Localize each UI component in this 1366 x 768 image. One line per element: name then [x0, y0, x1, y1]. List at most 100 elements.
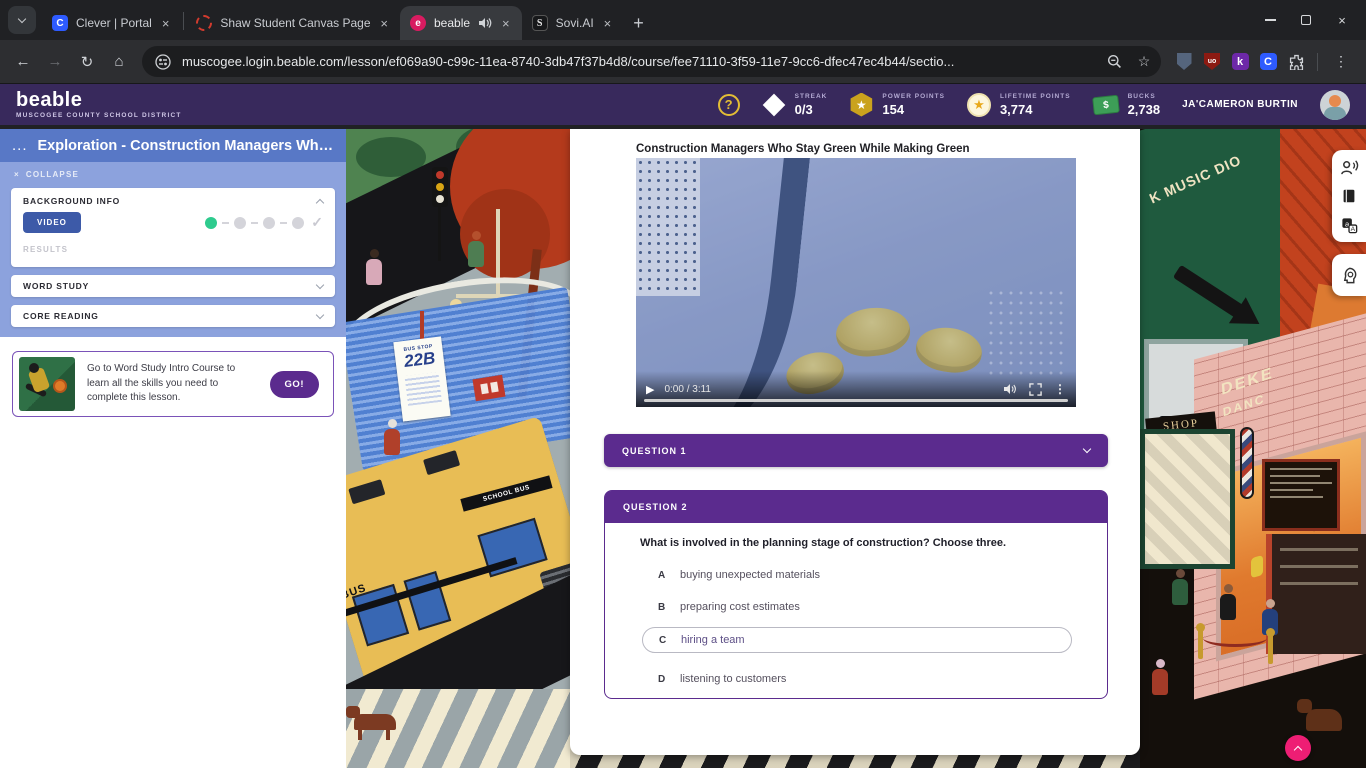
option-d[interactable]: D listening to customers [658, 673, 1107, 685]
beable-favicon: e [410, 15, 426, 31]
back-button[interactable]: ← [8, 47, 38, 77]
background-info-card: BACKGROUND INFO VIDEO ✓ RESULTS [11, 188, 335, 267]
core-reading-section[interactable]: CORE READING [11, 305, 335, 327]
collapse-button[interactable]: × COLLAPSE [0, 162, 346, 186]
assistant-head-button[interactable] [1337, 263, 1361, 287]
option-b[interactable]: B preparing cost estimates [658, 601, 1107, 613]
site-info-icon[interactable] [152, 51, 174, 73]
browser-window: C Clever | Portal × Shaw Student Canvas … [0, 0, 1366, 768]
pedestrian-figure [364, 249, 384, 285]
video-menu-icon[interactable]: ⋮ [1054, 382, 1066, 396]
play-button[interactable]: ▶ [646, 383, 654, 396]
address-bar[interactable]: muscogee.login.beable.com/lesson/ef069a9… [142, 46, 1161, 77]
read-aloud-button[interactable] [1337, 155, 1361, 179]
video-step-button[interactable]: VIDEO [23, 212, 81, 233]
power-points-badge-icon: ★ [849, 93, 873, 117]
tab-close-icon[interactable]: × [160, 16, 172, 31]
tab-clever[interactable]: C Clever | Portal × [42, 6, 181, 40]
collapse-x-icon: × [14, 170, 20, 179]
option-text: listening to customers [680, 673, 786, 685]
lesson-nav-title: Exploration - Construction Managers Who … [38, 138, 334, 154]
home-button[interactable]: ⌂ [104, 47, 134, 77]
question-2-header[interactable]: QUESTION 2 [605, 491, 1107, 523]
tab-search-button[interactable] [8, 6, 36, 34]
stat-label: LIFETIME POINTS [1000, 93, 1071, 100]
option-letter: B [658, 602, 670, 613]
beable-logo[interactable]: beable MUSCOGEE COUNTY SCHOOL DISTRICT [16, 90, 182, 119]
progress-dot [234, 217, 246, 229]
option-text: preparing cost estimates [680, 601, 800, 613]
video-player[interactable]: ▶ 0:00 / 3:11 ⋮ [636, 158, 1076, 407]
minimize-button[interactable] [1252, 0, 1288, 40]
help-icon[interactable]: ? [718, 94, 740, 116]
progress-dot [292, 217, 304, 229]
check-icon: ✓ [311, 214, 323, 231]
clever-extension-icon[interactable]: C [1257, 51, 1279, 73]
stat-value: 3,774 [1000, 102, 1071, 117]
dictionary-book-button[interactable] [1337, 184, 1361, 208]
promo-text: Go to Word Study Intro Course to learn a… [87, 362, 258, 406]
tab-title: Sovi.AI [556, 16, 594, 30]
lesson-nav-panel: × COLLAPSE BACKGROUND INFO VIDEO [0, 162, 346, 337]
clever-favicon: C [52, 15, 68, 31]
tab-close-icon[interactable]: × [500, 16, 512, 31]
option-c-selected[interactable]: C hiring a team [642, 627, 1072, 653]
cafe-window [1266, 534, 1366, 654]
question-2-card: QUESTION 2 What is involved in the plann… [604, 490, 1108, 699]
power-points-stat: ★ POWER POINTS154 [849, 93, 945, 117]
brand-name: beable [16, 90, 182, 110]
go-button[interactable]: GO! [270, 371, 319, 398]
option-a[interactable]: A buying unexpected materials [658, 569, 1107, 581]
translate-button[interactable]: aA [1337, 213, 1361, 237]
extensions-puzzle-icon[interactable] [1285, 51, 1307, 73]
new-tab-button[interactable]: + [623, 13, 654, 40]
menu-dots-icon[interactable]: ... [12, 143, 28, 149]
dog-figure [354, 714, 396, 730]
tab-beable-active[interactable]: e beable × [400, 6, 522, 40]
close-window-button[interactable]: × [1324, 0, 1360, 40]
canvas-favicon [196, 15, 212, 31]
chevron-down-icon [316, 280, 324, 288]
bucks-stat: $ BUCKS2,738 [1093, 93, 1161, 117]
video-progress-bar[interactable] [644, 399, 1068, 402]
ublock-extension-icon[interactable]: uo [1201, 51, 1223, 73]
fullscreen-icon[interactable] [1029, 383, 1042, 396]
tab-close-icon[interactable]: × [378, 16, 390, 31]
lesson-title-bar[interactable]: ... Exploration - Construction Managers … [0, 129, 346, 162]
option-letter: D [658, 674, 670, 685]
results-link[interactable]: RESULTS [23, 245, 68, 254]
privacy-shield-extension-icon[interactable] [1173, 51, 1195, 73]
bus-stop-sign: BUS STOP 22B [393, 336, 450, 421]
avatar[interactable] [1320, 90, 1350, 120]
extensions-bar: uo k C ⋮ [1169, 49, 1358, 75]
barber-shop-window [1140, 429, 1235, 569]
forward-button[interactable]: → [40, 47, 70, 77]
scroll-to-top-button[interactable] [1285, 735, 1311, 761]
barber-pole [1240, 427, 1254, 499]
lesson-panel: Construction Managers Who Stay Green Whi… [570, 129, 1140, 755]
restore-button[interactable] [1288, 0, 1324, 40]
pedestrian-figure [382, 419, 402, 455]
video-tint-overlay [636, 158, 1076, 407]
background-info-header[interactable]: BACKGROUND INFO [11, 188, 335, 210]
money-icon: $ [1092, 94, 1120, 115]
word-study-label: WORD STUDY [23, 281, 89, 291]
stat-label: BUCKS [1128, 93, 1161, 100]
zoom-icon[interactable] [1101, 49, 1127, 75]
minimize-icon [1265, 19, 1276, 21]
word-study-section[interactable]: WORD STUDY [11, 275, 335, 297]
background-info-label: BACKGROUND INFO [23, 196, 120, 206]
browser-menu-icon[interactable]: ⋮ [1328, 49, 1354, 75]
question-1-header[interactable]: QUESTION 1 [604, 434, 1108, 467]
kami-extension-icon[interactable]: k [1229, 51, 1251, 73]
streak-diamond-icon [762, 93, 785, 116]
cafe-menu-board [1262, 459, 1340, 531]
volume-icon[interactable] [1003, 383, 1017, 395]
reload-button[interactable]: ↻ [72, 47, 102, 77]
tab-close-icon[interactable]: × [602, 16, 614, 31]
beable-header: beable MUSCOGEE COUNTY SCHOOL DISTRICT ?… [0, 84, 1366, 125]
bookmark-star-icon[interactable]: ☆ [1131, 49, 1157, 75]
tab-sovi[interactable]: S Sovi.AI × [522, 6, 624, 40]
tab-title: beable [434, 16, 470, 30]
tab-canvas[interactable]: Shaw Student Canvas Page 25 × [186, 6, 400, 40]
